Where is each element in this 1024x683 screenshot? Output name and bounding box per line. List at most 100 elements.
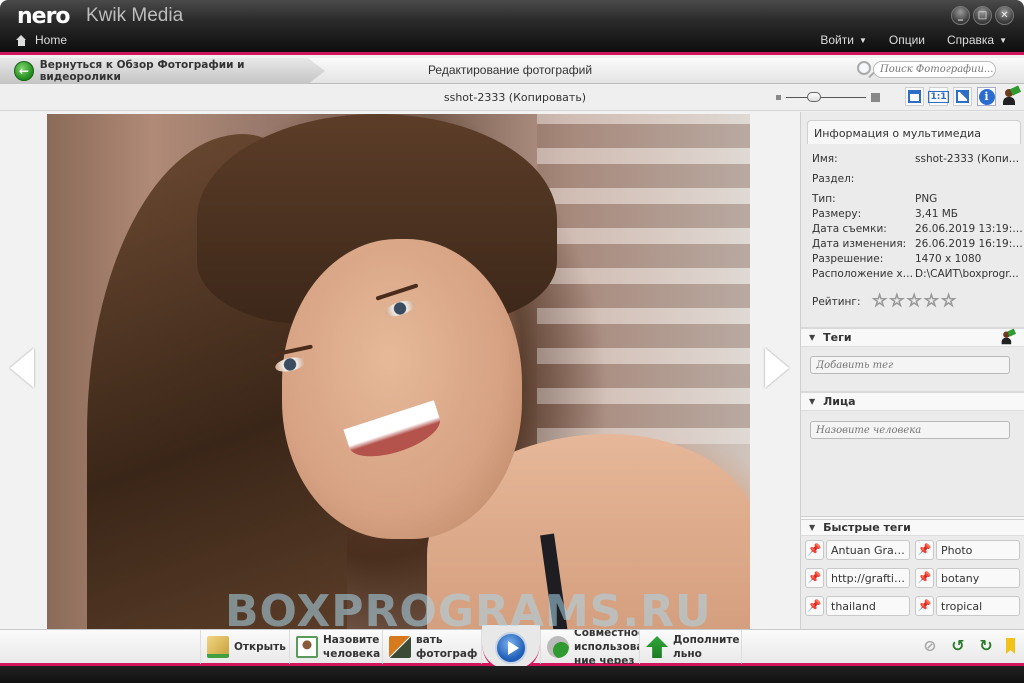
fullscreen-icon xyxy=(956,90,969,103)
quick-tag[interactable]: 📌 http://graftio.... xyxy=(805,568,910,588)
nero-logo: nero xyxy=(17,4,71,29)
rotate-right-icon[interactable]: ↻ xyxy=(978,637,994,655)
info-row: Раздел: xyxy=(812,173,1024,193)
name-person-input[interactable] xyxy=(810,421,1010,439)
zoom-slider[interactable] xyxy=(776,92,880,103)
people-tag-icon[interactable] xyxy=(1001,328,1017,345)
collapse-triangle-icon: ▼ xyxy=(809,397,816,406)
share-button[interactable]: Совместное использова ние через xyxy=(540,630,640,664)
info-value: 26.06.2019 13:19:36 xyxy=(915,223,1023,235)
fit-window-button[interactable] xyxy=(905,87,924,106)
view-mode-buttons: 1:1 i xyxy=(905,85,1021,106)
app-title: Kwik Media xyxy=(86,5,184,26)
quick-tags-section-header[interactable]: ▼ Быстрые теги xyxy=(801,516,1024,536)
home-link[interactable]: Home xyxy=(16,33,67,47)
info-button[interactable]: i xyxy=(977,87,996,106)
info-value: 1470 x 1080 xyxy=(915,253,982,265)
name-person-button[interactable]: Назовите человека xyxy=(290,630,383,664)
star-icon[interactable]: ☆ xyxy=(871,292,887,310)
menu-login[interactable]: Войти ▼ xyxy=(820,33,867,47)
menu-options[interactable]: Опции xyxy=(889,33,925,47)
search-icon[interactable] xyxy=(857,61,871,75)
next-photo-button[interactable] xyxy=(765,348,789,388)
photo-background-building xyxy=(537,114,750,444)
more-button[interactable]: Дополните льно xyxy=(640,630,742,664)
actual-size-button[interactable]: 1:1 xyxy=(928,87,949,106)
star-icon[interactable]: ☆ xyxy=(906,292,922,310)
collapse-triangle-icon: ▼ xyxy=(809,333,816,342)
zoom-slider-track[interactable] xyxy=(786,97,866,98)
zoom-out-icon[interactable] xyxy=(776,95,781,100)
back-button[interactable]: ← Вернуться к Обзор Фотографии и видеоро… xyxy=(0,58,325,84)
faces-section-header[interactable]: ▼ Лица xyxy=(801,391,1024,411)
menu-login-label: Войти xyxy=(820,33,854,47)
maximize-button[interactable]: □ xyxy=(973,6,992,25)
previous-photo-button[interactable] xyxy=(10,348,34,388)
share-disc-icon xyxy=(547,636,569,658)
open-button[interactable]: Открыть xyxy=(200,630,290,664)
back-arrow-icon: ← xyxy=(14,61,34,81)
close-button[interactable]: ✕ xyxy=(995,6,1014,25)
photo-face xyxy=(282,239,522,539)
info-key: Расположение хр... xyxy=(812,268,915,280)
pin-icon[interactable]: 📌 xyxy=(805,540,824,560)
search-input[interactable] xyxy=(873,61,996,78)
menu-help-label: Справка xyxy=(947,33,995,47)
zoom-slider-thumb[interactable] xyxy=(807,92,821,102)
chevron-down-icon: ▼ xyxy=(858,36,867,45)
edit-actions: ⊘ ↺ ↻ xyxy=(922,637,1015,655)
chevron-down-icon: ▼ xyxy=(999,36,1007,45)
tab-media-info[interactable]: Информация о мультимедиа xyxy=(807,120,1021,144)
quick-tag-label[interactable]: botany xyxy=(936,568,1020,588)
info-value: D:\САЙТ\boxprogr... xyxy=(915,268,1019,280)
quick-tag[interactable]: 📌 botany xyxy=(915,568,1020,588)
pin-icon[interactable]: 📌 xyxy=(915,596,934,616)
star-icon[interactable]: ☆ xyxy=(940,292,956,310)
minimize-button[interactable]: _ xyxy=(951,6,970,25)
quick-tag[interactable]: 📌 Antuan Graftio xyxy=(805,540,910,560)
view-toolbar: sshot-2333 (Копировать) 1:1 i xyxy=(0,85,1024,111)
star-icon[interactable]: ☆ xyxy=(923,292,939,310)
quick-tag-label[interactable]: http://graftio.... xyxy=(826,568,910,588)
add-tag-input[interactable] xyxy=(810,356,1010,374)
zoom-in-icon[interactable] xyxy=(871,93,880,102)
top-menu: Войти ▼ Опции Справка ▼ xyxy=(820,33,1007,47)
edit-photo-button[interactable]: вать фотограф xyxy=(383,630,482,664)
info-key: Разрешение: xyxy=(812,253,884,265)
quick-tag-label[interactable]: tropical xyxy=(936,596,1020,616)
app-window: nero Kwik Media Home _ □ ✕ Войти ▼ Опции … xyxy=(0,0,1024,683)
upload-arrow-icon xyxy=(646,636,668,658)
pin-icon[interactable]: 📌 xyxy=(915,540,934,560)
quick-tag-label[interactable]: Photo xyxy=(936,540,1020,560)
title-bar: nero Kwik Media Home _ □ ✕ Войти ▼ Опции … xyxy=(0,0,1024,55)
nav-bar: ← Вернуться к Обзор Фотографии и видеоро… xyxy=(0,58,1024,84)
photo-viewer xyxy=(0,112,800,629)
rotate-disc-icon[interactable]: ⊘ xyxy=(922,637,938,655)
quick-tag[interactable]: 📌 Photo xyxy=(915,540,1020,560)
fullscreen-button[interactable] xyxy=(953,87,972,106)
people-tag-button[interactable] xyxy=(1001,85,1021,106)
tags-section-header[interactable]: ▼ Теги xyxy=(801,327,1024,347)
pin-icon[interactable]: 📌 xyxy=(915,568,934,588)
rating-row: Рейтинг: ☆ ☆ ☆ ☆ ☆ xyxy=(812,292,958,310)
star-icon[interactable]: ☆ xyxy=(889,292,905,310)
info-row: Имя: sshot-2333 (Копир... xyxy=(812,153,1024,173)
info-key: Имя: xyxy=(812,153,838,165)
info-row: Разрешение: 1470 x 1080 xyxy=(812,253,1024,268)
info-value: 3,41 МБ xyxy=(915,208,958,220)
quick-tag[interactable]: 📌 thailand xyxy=(805,596,910,616)
file-name: sshot-2333 (Копировать) xyxy=(443,91,587,104)
info-key: Размеру: xyxy=(812,208,862,220)
info-key: Тип: xyxy=(812,193,836,205)
more-label: Дополните льно xyxy=(673,634,740,660)
quick-tag[interactable]: 📌 tropical xyxy=(915,596,1020,616)
pin-icon[interactable]: 📌 xyxy=(805,596,824,616)
bookmark-icon[interactable] xyxy=(1006,638,1015,654)
photo-image[interactable] xyxy=(47,114,750,629)
quick-tag-label[interactable]: thailand xyxy=(826,596,910,616)
menu-help[interactable]: Справка ▼ xyxy=(947,33,1007,47)
quick-tag-label[interactable]: Antuan Graftio xyxy=(826,540,910,560)
rotate-left-icon[interactable]: ↺ xyxy=(950,637,966,655)
info-row: Размеру: 3,41 МБ xyxy=(812,208,1024,223)
pin-icon[interactable]: 📌 xyxy=(805,568,824,588)
